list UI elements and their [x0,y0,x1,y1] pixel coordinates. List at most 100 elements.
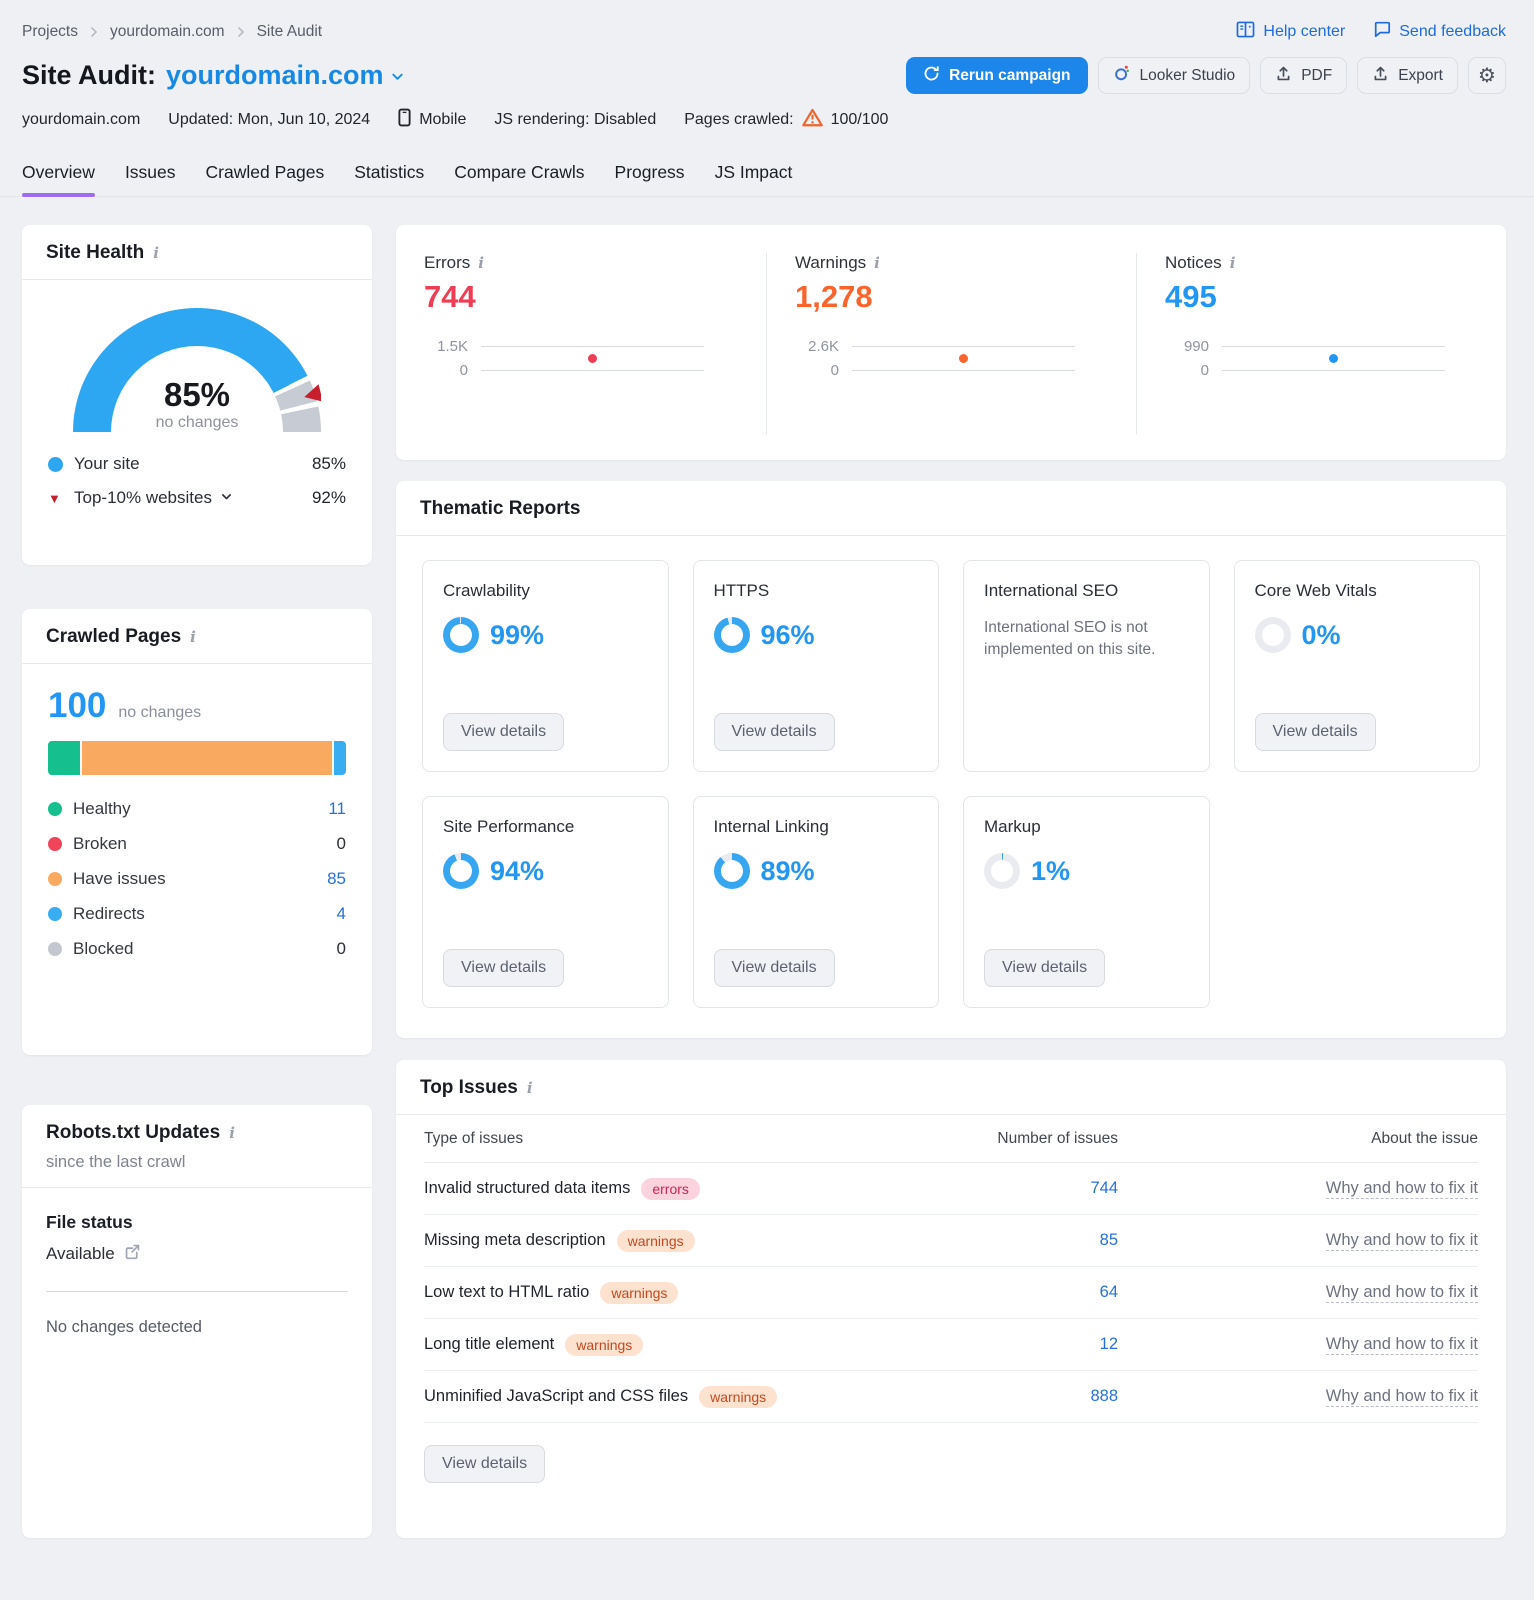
external-link-icon[interactable] [124,1243,141,1265]
crawled-legend-value[interactable]: 4 [337,904,346,924]
why-how-to-fix-link[interactable]: Why and how to fix it [1325,1387,1478,1407]
column-number-of-issues: Number of issues [997,1129,1118,1147]
export-button[interactable]: Export [1357,57,1458,94]
crawled-bar-segment[interactable] [334,741,346,775]
crawled-bar-segment[interactable] [82,741,333,775]
tab-statistics[interactable]: Statistics [354,162,424,196]
info-icon[interactable]: i [874,255,880,271]
issues-summary-card: Errors i 744 1.5K 0 Warnings i 1,278 2.6… [396,225,1506,460]
info-icon[interactable]: i [229,1125,235,1141]
stat-spark: 990 0 [1165,334,1445,382]
mobile-phone-icon [398,108,411,132]
info-icon[interactable]: i [527,1080,533,1096]
legend-row-have-issues: Have issues 85 [48,869,346,889]
spark-max-tick: 2.6K [808,337,839,355]
tab-overview[interactable]: Overview [22,162,95,197]
tab-js-impact[interactable]: JS Impact [715,162,793,196]
why-how-to-fix-link[interactable]: Why and how to fix it [1325,1231,1478,1251]
stat-value[interactable]: 744 [424,281,738,312]
stat-spark: 1.5K 0 [424,334,704,382]
crawled-total-sub: no changes [118,704,202,721]
issue-count-link[interactable]: 12 [908,1335,1118,1354]
meta-updated: Updated: Mon, Jun 10, 2024 [168,111,371,128]
tab-compare-crawls[interactable]: Compare Crawls [454,162,584,196]
meta-device: Mobile [398,108,466,132]
rerun-campaign-button[interactable]: Rerun campaign [906,57,1088,94]
help-center-link[interactable]: Help center [1236,20,1345,43]
crawled-bar-segment[interactable] [48,741,81,775]
warnings-label: Warnings i [795,253,880,272]
crawled-legend-dot [48,942,62,956]
table-row: Low text to HTML ratio warnings 64 Why a… [424,1267,1478,1319]
legend-row-redirects: Redirects 4 [48,904,346,924]
view-details-button[interactable]: View details [1254,713,1376,751]
send-feedback-link[interactable]: Send feedback [1373,20,1506,43]
breadcrumb-site-audit[interactable]: Site Audit [257,23,323,41]
spark-min-tick: 0 [1200,361,1209,379]
stat-value[interactable]: 495 [1165,281,1478,312]
pdf-button[interactable]: PDF [1260,57,1348,94]
robots-subtitle: since the last crawl [46,1153,186,1171]
why-how-to-fix-link[interactable]: Why and how to fix it [1325,1179,1478,1199]
crawled-legend-value: 0 [336,834,346,853]
info-icon[interactable]: i [478,255,484,271]
robots-txt-card: Robots.txt Updates i since the last craw… [22,1105,372,1538]
title-row: Site Audit: yourdomain.com Rerun campaig… [22,57,1506,94]
robots-title: Robots.txt Updates i [46,1122,235,1143]
domain-dropdown[interactable]: yourdomain.com [166,60,405,91]
looker-studio-icon [1113,64,1131,87]
view-details-button[interactable]: View details [443,949,565,987]
breadcrumb-projects[interactable]: Projects [22,23,78,41]
view-details-button[interactable]: View details [713,713,835,751]
top10-dropdown[interactable]: Top-10% websites [74,488,233,508]
settings-button[interactable]: ⚙ [1468,57,1506,94]
issue-count-link[interactable]: 888 [908,1387,1118,1406]
issue-count-link[interactable]: 744 [908,1179,1118,1198]
thematic-reports-title: Thematic Reports [420,498,581,519]
chevron-right-icon [88,26,100,38]
top10-value: 92% [311,488,346,507]
issue-count-link[interactable]: 85 [908,1231,1118,1250]
crawled-legend-value: 0 [336,939,346,958]
top-issues-title: Top Issues i [420,1077,533,1098]
site-health-score-sub: no changes [155,414,239,431]
crawled-pages-content: 100 no changes Healthy 11 Broken 0 Have … [22,664,372,998]
donut-chart-icon [713,853,750,889]
chevron-down-icon [220,488,233,508]
table-row: Long title element warnings 12 Why and h… [424,1319,1478,1371]
crawled-legend-value[interactable]: 11 [328,799,346,819]
view-details-button[interactable]: View details [424,1445,546,1483]
gear-icon: ⚙ [1478,65,1496,87]
crawled-legend-dot [48,907,62,921]
tab-crawled-pages[interactable]: Crawled Pages [206,162,325,196]
notices-stat: Notices i 495 990 0 [1136,253,1506,434]
info-icon[interactable]: i [1230,255,1236,271]
why-how-to-fix-link[interactable]: Why and how to fix it [1325,1335,1478,1355]
breadcrumb: Projects yourdomain.com Site Audit [22,23,322,41]
right-column: Errors i 744 1.5K 0 Warnings i 1,278 2.6… [396,225,1506,1538]
issue-badge: warnings [616,1229,695,1252]
looker-studio-button[interactable]: Looker Studio [1097,57,1251,94]
crawled-legend-dot [48,837,62,851]
info-icon[interactable]: i [190,629,196,645]
site-health-title: Site Health i [46,242,159,263]
crawled-legend-value[interactable]: 85 [327,869,346,889]
top-issues-card: Top Issues i Type of issues Number of is… [396,1060,1506,1538]
page-title: Site Audit: yourdomain.com [22,60,405,91]
tab-issues[interactable]: Issues [125,162,176,196]
view-details-button[interactable]: View details [443,713,565,751]
view-details-button[interactable]: View details [984,949,1106,987]
stat-value[interactable]: 1,278 [795,281,1108,312]
blue-dot-icon [48,456,63,472]
table-row: Missing meta description warnings 85 Why… [424,1215,1478,1267]
why-how-to-fix-link[interactable]: Why and how to fix it [1325,1283,1478,1303]
info-icon[interactable]: i [153,245,159,261]
tab-progress[interactable]: Progress [615,162,685,196]
warning-triangle-icon [801,108,823,132]
view-details-button[interactable]: View details [713,949,835,987]
issue-name: Invalid structured data items [424,1179,631,1197]
breadcrumb-domain[interactable]: yourdomain.com [110,23,225,41]
thematic-card-international-seo: International SEO International SEO is n… [963,560,1210,772]
issue-count-link[interactable]: 64 [908,1283,1118,1302]
issue-name: Unminified JavaScript and CSS files [424,1387,689,1405]
